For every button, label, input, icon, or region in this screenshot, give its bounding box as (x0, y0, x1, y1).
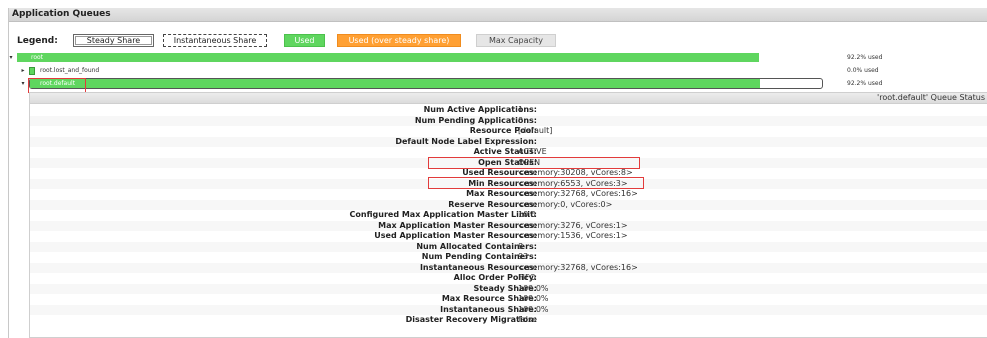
highlight-box-used-resources (428, 157, 640, 169)
panel-title: Application Queues (9, 8, 987, 22)
queue-status-key: Configured Max Application Master Limit: (349, 210, 537, 219)
queue-status-value: 100.0% (518, 294, 549, 303)
queue-status-value: 10.0 (518, 210, 536, 219)
queue-status-row: Max Application Master Resources: <memory… (30, 220, 987, 231)
queue-status-panel: 'root.default' Queue Status Num Active A… (29, 92, 987, 338)
queue-name-lost-and-found[interactable]: root.lost_and_found (40, 65, 99, 76)
legend-max-capacity: Max Capacity (476, 34, 556, 47)
queue-status-value: <memory:32768, vCores:16> (518, 262, 638, 272)
queue-status-key: Default Node Label Expression: (395, 136, 537, 146)
queue-status-row: Active Status: ACTIVE (30, 147, 987, 157)
queue-status-value: <memory:1536, vCores:1> (518, 231, 628, 240)
queue-status-value: 8 (518, 241, 524, 251)
legend-used: Used (284, 34, 325, 47)
expand-arrow-icon[interactable]: ▾ (19, 78, 27, 89)
collapse-arrow-icon[interactable]: ▸ (19, 65, 27, 76)
queue-status-value: false (518, 315, 538, 324)
queue-default-used-bar (30, 79, 760, 88)
legend-used-over-steady-share: Used (over steady share) (337, 34, 461, 47)
queue-status-row: Num Active Applications: 1 (30, 105, 987, 115)
queue-status-value: <memory:3276, vCores:1> (518, 220, 628, 230)
queue-status-row: Steady Share: 100.0% (30, 283, 987, 294)
queue-status-value: ACTIVE (518, 147, 547, 156)
queue-status-row: Instantaneous Share: 100.0% (30, 304, 987, 315)
queue-status-key: Used Application Master Resources: (374, 231, 537, 240)
queue-status-value: <memory:32768, vCores:16> (518, 189, 638, 198)
queue-status-row: Disaster Recovery Migration: false (30, 315, 987, 325)
queue-root-pct: 92.2% used (847, 54, 883, 61)
queue-status-row: Resource Pool: [default] (30, 126, 987, 136)
queue-status-row: Max Resources: <memory:32768, vCores:16> (30, 189, 987, 199)
queue-status-value: 1 (518, 105, 524, 114)
queue-status-value: 0 (518, 115, 524, 125)
queue-status-row: Alloc Order Policy: FIFO (30, 273, 987, 283)
queue-status-value: 100.0% (518, 304, 549, 314)
queue-status-key: Max Application Master Resources: (378, 220, 537, 230)
queue-status-row: Max Resource Share: 100.0% (30, 294, 987, 304)
queue-row-lost-and-found[interactable]: ▸ root.lost_and_found 0.0% used (9, 65, 987, 76)
queue-default-pct: 92.2% used (847, 80, 883, 87)
highlight-box-max-resources (428, 177, 644, 189)
legend-steady-share: Steady Share (73, 34, 154, 47)
queue-status-row: Configured Max Application Master Limit:… (30, 210, 987, 220)
queue-status-value: 100.0% (518, 283, 549, 293)
queue-status-title: 'root.default' Queue Status (30, 93, 987, 104)
queue-lost-and-found-pct: 0.0% used (847, 67, 879, 74)
highlight-box-root-default (28, 78, 86, 93)
application-queues-panel: Application Queues Legend: Steady Share … (8, 8, 987, 338)
queue-status-row: Num Allocated Containers: 8 (30, 241, 987, 252)
queue-root-used-bar (17, 53, 759, 62)
queue-status-row: Num Pending Applications: 0 (30, 115, 987, 126)
queue-status-row: Num Pending Containers: 93 (30, 252, 987, 262)
queue-status-row: Default Node Label Expression: (30, 136, 987, 147)
queue-status-row: Reserve Resources: <memory:0, vCores:0> (30, 199, 987, 210)
queue-name-root[interactable]: root (31, 52, 43, 63)
queue-status-row: Instantaneous Resources: <memory:32768, v… (30, 262, 987, 273)
queue-status-row: Used Application Master Resources: <memor… (30, 231, 987, 241)
queue-status-value: 93 (518, 252, 529, 261)
queue-status-value: <memory:0, vCores:0> (518, 199, 613, 209)
queue-status-value: [default] (518, 126, 553, 135)
legend-instantaneous-share: Instantaneous Share (163, 34, 267, 47)
queue-status-value: FIFO (518, 273, 536, 282)
queue-folder-icon (29, 67, 35, 75)
legend-label: Legend: (17, 36, 58, 46)
expand-arrow-icon[interactable]: ▾ (7, 52, 15, 63)
queue-row-root[interactable]: ▾ root 92.2% used (9, 52, 987, 63)
queue-row-default[interactable]: ▾ root.default 92.2% used (9, 78, 987, 89)
